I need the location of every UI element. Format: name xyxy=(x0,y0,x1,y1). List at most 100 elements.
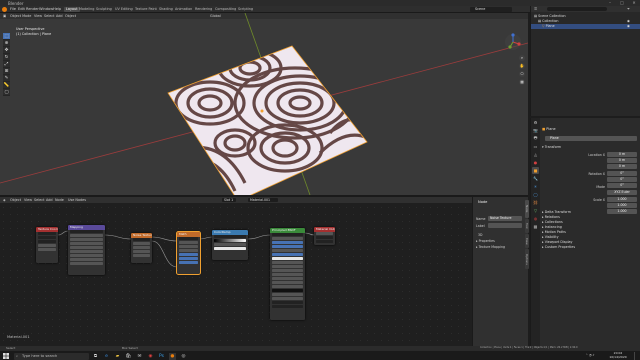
location-x-field[interactable]: 0 m xyxy=(607,152,637,157)
object-tab-icon[interactable]: ■ xyxy=(532,167,539,174)
obs-icon[interactable]: ◎ xyxy=(180,353,187,360)
texture-tab-icon[interactable]: ▩ xyxy=(532,223,539,230)
system-tray-icons[interactable]: ⌃ ◔ ♪ xyxy=(580,353,600,358)
transform-panel-header[interactable]: ▾ Transform xyxy=(542,145,561,149)
scale-z-field[interactable]: 1.000 xyxy=(607,209,637,214)
node-name-field[interactable]: Noise Texture xyxy=(488,216,522,221)
delta-transform-panel[interactable]: ▸ Delta Transform xyxy=(542,210,571,214)
custom-properties-panel[interactable]: ▸ Custom Properties xyxy=(542,245,575,249)
texture-mapping-section[interactable]: ▸ Texture Mapping xyxy=(476,245,505,249)
rotation-mode-dropdown[interactable]: XYZ Euler xyxy=(607,190,637,195)
3d-viewport[interactable]: ▣ Object Mode View Select Add Object Glo… xyxy=(0,13,528,195)
add-cube-icon[interactable]: ▢ xyxy=(3,89,10,96)
menu-render[interactable]: Render xyxy=(26,7,39,11)
measure-icon[interactable]: 📏 xyxy=(3,82,10,89)
texture-coordinate-node[interactable]: Texture Coordinate xyxy=(36,227,58,263)
math-node[interactable]: Math xyxy=(176,231,201,275)
data-tab-icon[interactable]: ▽ xyxy=(532,207,539,214)
zoom-icon[interactable]: ⌕ xyxy=(519,55,525,61)
output-tab-icon[interactable]: 🖶 xyxy=(532,135,539,142)
rotate-icon[interactable]: ↻ xyxy=(3,54,10,61)
explorer-icon[interactable]: ▰ xyxy=(114,353,121,360)
world-tab-icon[interactable]: ● xyxy=(532,159,539,166)
outliner-row-plane[interactable]: ▽ Plane ◉ xyxy=(531,24,640,29)
windows-start-icon[interactable] xyxy=(3,353,9,359)
noise-texture-node[interactable]: Noise Texture xyxy=(131,233,152,263)
location-z-field[interactable]: 0 m xyxy=(607,164,637,169)
chrome-icon[interactable]: ◉ xyxy=(147,353,154,360)
taskbar-search-input[interactable]: ⌕ Type here to search xyxy=(14,352,89,360)
viewport-display-panel[interactable]: ▸ Viewport Display xyxy=(542,240,573,244)
show-desktop-button[interactable] xyxy=(634,352,638,360)
dimension-value[interactable]: 3D xyxy=(478,233,482,237)
menu-file[interactable]: File xyxy=(10,7,16,11)
material-output-node[interactable]: Material Output xyxy=(314,227,335,245)
location-y-field[interactable]: 0 m xyxy=(607,158,637,163)
rotation-x-field[interactable]: 0° xyxy=(607,171,637,176)
workspace-tab-animation[interactable]: Animation xyxy=(173,7,194,12)
tool-tab-icon[interactable]: ⚙ xyxy=(532,119,539,126)
transform-icon[interactable]: ⊞ xyxy=(3,68,10,75)
navigation-gizmo[interactable] xyxy=(504,33,522,51)
visibility-eye-icon[interactable]: ◉ xyxy=(627,19,630,24)
taskbar-clock[interactable]: 20:02 10/14/2020 xyxy=(606,351,630,359)
view-layer-tab-icon[interactable]: ▭ xyxy=(532,143,539,150)
sidebar-tab-options[interactable]: Options xyxy=(525,249,529,269)
motion-paths-panel[interactable]: ▸ Motion Paths xyxy=(542,230,566,234)
workspace-tab-rendering[interactable]: Rendering xyxy=(193,7,214,12)
sidebar-tab-view[interactable]: View xyxy=(525,234,529,248)
modifiers-tab-icon[interactable]: 🔧 xyxy=(532,175,539,182)
move-icon[interactable]: ✥ xyxy=(3,47,10,54)
visibility-panel[interactable]: ▸ Visibility xyxy=(542,235,559,239)
scale-y-field[interactable]: 1.000 xyxy=(607,203,637,208)
render-tab-icon[interactable]: 📷 xyxy=(532,127,539,134)
camera-view-icon[interactable]: ⎔ xyxy=(519,71,525,77)
principled-bsdf-node[interactable]: Principled BSDF xyxy=(270,228,305,320)
workspace-tab-uv-editing[interactable]: UV Editing xyxy=(113,7,135,12)
properties-section[interactable]: ▸ Properties xyxy=(476,239,495,243)
visibility-eye-icon[interactable]: ◉ xyxy=(627,24,630,29)
instancing-panel[interactable]: ▸ Instancing xyxy=(542,225,562,229)
scene-selector[interactable]: Scene xyxy=(470,7,512,12)
menu-help[interactable]: Help xyxy=(53,7,61,11)
annotate-icon[interactable]: ✎ xyxy=(3,75,10,82)
color-ramp-gradient[interactable] xyxy=(214,239,246,243)
colorramp-node[interactable]: ColorRamp xyxy=(212,230,248,260)
store-icon[interactable]: 🛍 xyxy=(125,353,132,360)
pan-icon[interactable]: ✋ xyxy=(519,63,525,69)
scale-icon[interactable]: ⤢ xyxy=(3,61,10,68)
cursor-icon[interactable]: ⊕ xyxy=(3,40,10,47)
blender-icon[interactable]: ● xyxy=(169,352,176,360)
filter-icon[interactable]: ⏷ xyxy=(627,7,630,11)
outliner-row-scene-collection[interactable]: ▤ Scene Collection xyxy=(531,14,640,19)
object-name-field[interactable]: Plane xyxy=(545,136,637,141)
task-view-icon[interactable]: ⧉ xyxy=(92,353,99,360)
collections-panel[interactable]: ▸ Collections xyxy=(542,220,563,224)
workspace-tab-compositing[interactable]: Compositing xyxy=(213,7,238,12)
particles-tab-icon[interactable]: ✳ xyxy=(532,183,539,190)
physics-tab-icon[interactable]: ◯ xyxy=(532,191,539,198)
menu-edit[interactable]: Edit xyxy=(18,7,25,11)
sidebar-tab-tool[interactable]: Tool xyxy=(525,219,529,233)
workspace-tab-scripting[interactable]: Scripting xyxy=(236,7,255,12)
material-tab-icon[interactable]: ◍ xyxy=(532,215,539,222)
mail-icon[interactable]: ✉ xyxy=(136,353,143,360)
photoshop-icon[interactable]: Ps xyxy=(158,353,165,360)
outliner-search-input[interactable] xyxy=(547,7,607,11)
rotation-z-field[interactable]: 0° xyxy=(607,183,637,188)
node-label-field[interactable] xyxy=(488,223,522,228)
perspective-toggle-icon[interactable]: ▦ xyxy=(519,79,525,85)
workspace-tab-sculpting[interactable]: Sculpting xyxy=(94,7,114,12)
scale-x-field[interactable]: 1.000 xyxy=(607,197,637,202)
relations-panel[interactable]: ▸ Relations xyxy=(542,215,560,219)
outliner-row-collection[interactable]: ▤ Collection ◉ xyxy=(531,19,640,24)
blender-logo-icon[interactable] xyxy=(2,7,7,12)
shader-node-editor[interactable]: ◈ Object View Select Add Node Use Nodes … xyxy=(0,197,472,346)
workspace-tab-texture-paint[interactable]: Texture Paint xyxy=(133,7,159,12)
edge-icon[interactable]: e xyxy=(103,353,110,360)
menu-window[interactable]: Window xyxy=(39,7,53,11)
sidebar-tab-node[interactable]: Node xyxy=(525,200,529,218)
constraints-tab-icon[interactable]: ⛓ xyxy=(532,199,539,206)
rotation-y-field[interactable]: 0° xyxy=(607,177,637,182)
outliner-type-icon[interactable]: ☰ xyxy=(534,7,537,11)
